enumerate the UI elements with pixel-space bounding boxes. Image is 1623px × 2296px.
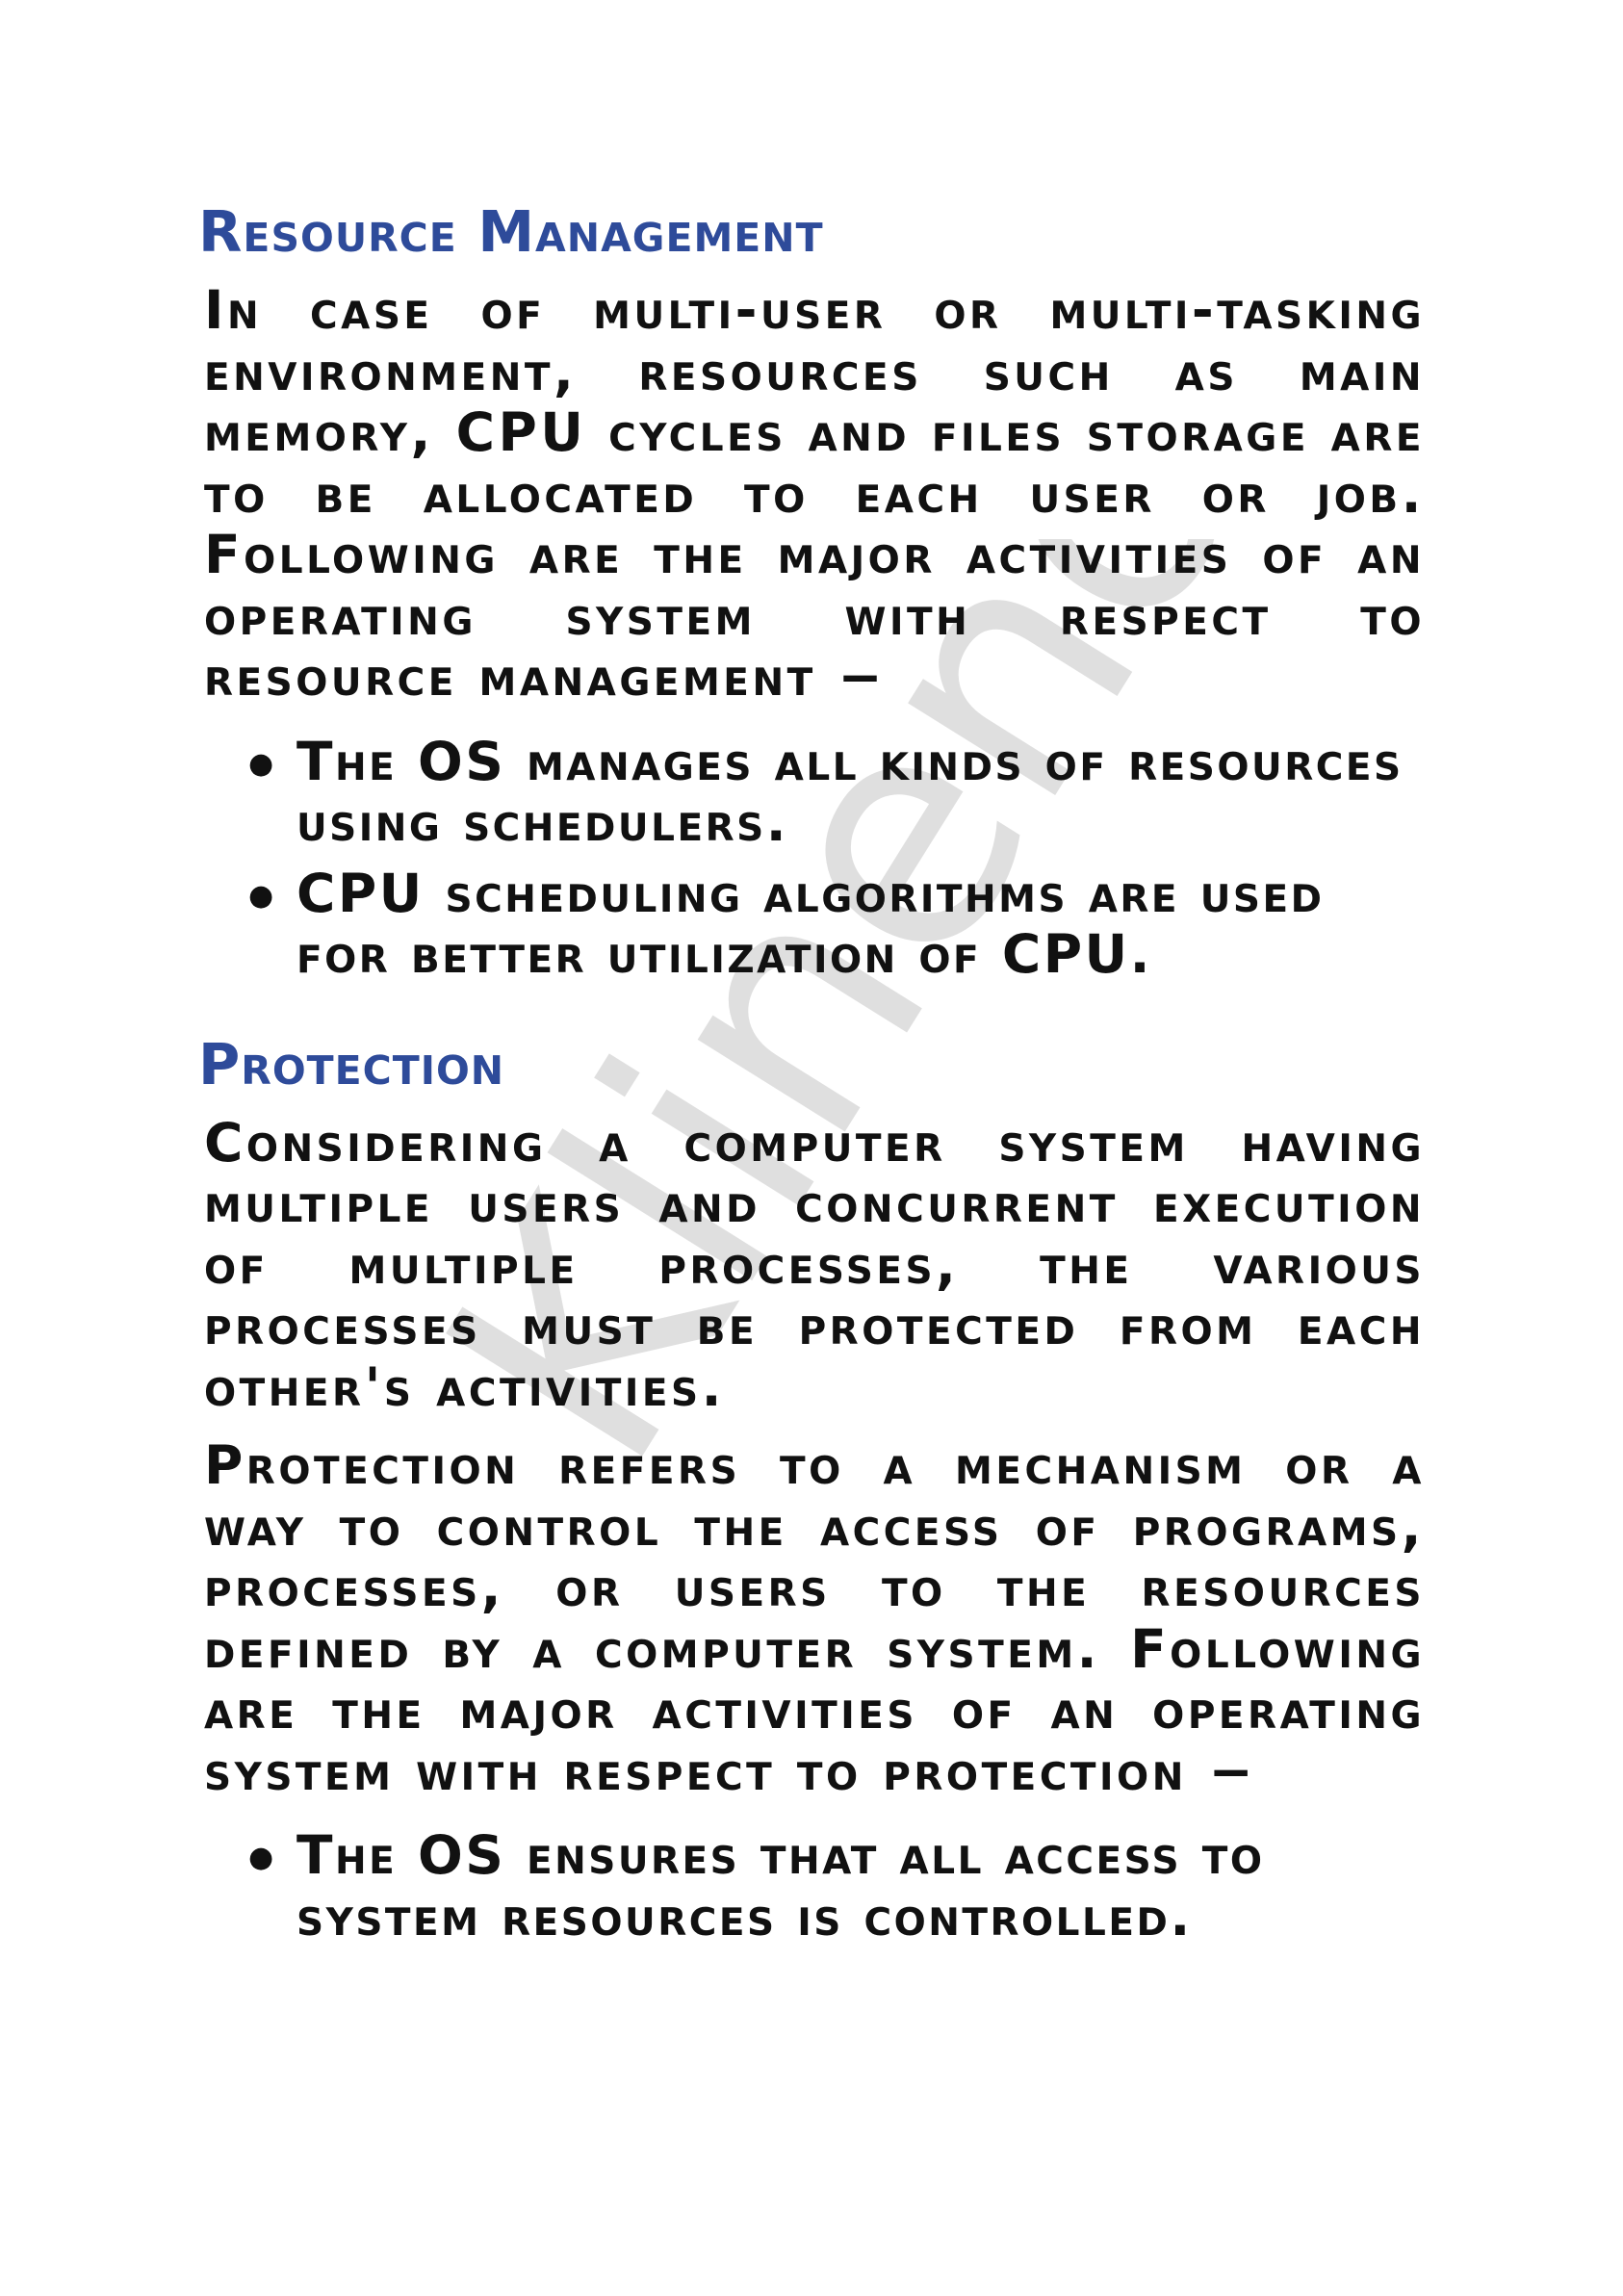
bullet-icon: ●: [248, 878, 276, 913]
list-item: ● The OS ensures that all access to syst…: [204, 1824, 1425, 1948]
bullet-list: ● The OS ensures that all access to syst…: [204, 1824, 1425, 1948]
bullet-icon: ●: [248, 746, 276, 781]
list-item-text: The OS manages all kinds of resources us…: [296, 730, 1404, 853]
list-item: ● The OS manages all kinds of resources …: [204, 730, 1425, 854]
list-item-text: The OS ensures that all access to system…: [296, 1824, 1265, 1948]
section-protection: Protection Considering a computer system…: [198, 1030, 1425, 1948]
section-resource-management: Resource Management In case of multi-use…: [198, 197, 1425, 986]
section-title: Protection: [198, 1030, 505, 1097]
bullet-icon: ●: [248, 1841, 276, 1874]
list-item: ● CPU scheduling algorithms are used for…: [204, 862, 1425, 986]
section-title: Resource Management: [198, 198, 824, 265]
paragraph: Considering a computer system having mul…: [204, 1111, 1425, 1418]
document-page: Klinenotes Resource Management In case o…: [0, 0, 1623, 2296]
document-content: Resource Management In case of multi-use…: [198, 197, 1425, 1957]
paragraph: Protection refers to a mechanism or a wa…: [204, 1434, 1425, 1802]
paragraph: In case of multi-user or multi-tasking e…: [204, 279, 1425, 708]
list-item-text: CPU scheduling algorithms are used for b…: [296, 862, 1325, 985]
bullet-list: ● The OS manages all kinds of resources …: [204, 730, 1425, 986]
